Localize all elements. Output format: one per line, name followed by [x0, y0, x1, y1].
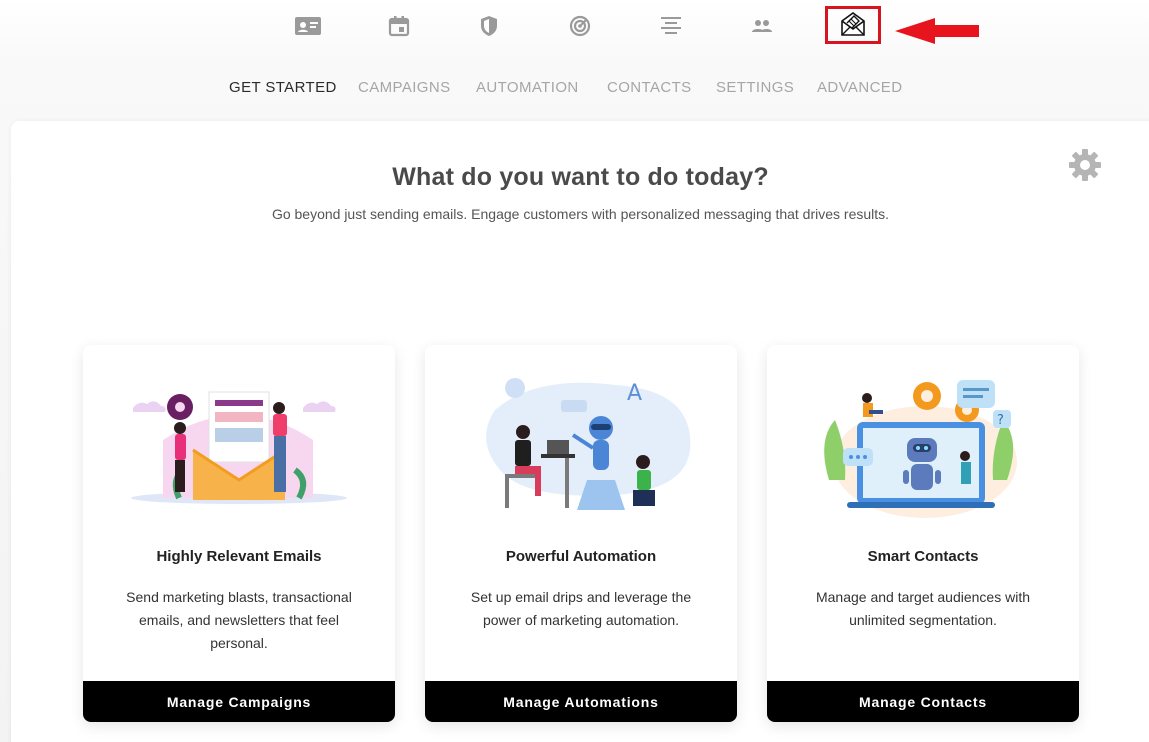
feature-title: Highly Relevant Emails [156, 548, 322, 565]
tab-advanced[interactable]: ADVANCED [817, 79, 902, 96]
tab-campaigns[interactable]: CAMPAIGNS [358, 79, 451, 96]
tab-get-started[interactable]: GET STARTED [229, 79, 337, 96]
pointer-arrow [895, 18, 979, 44]
contact-card-icon[interactable] [294, 12, 322, 40]
feature-description: Manage and target audiences with unlimit… [815, 589, 1031, 628]
tab-settings[interactable]: SETTINGS [716, 79, 794, 96]
people-icon[interactable] [748, 12, 776, 40]
feature-description: Send marketing blasts, transactional ema… [126, 589, 352, 651]
nav-tabs: GET STARTED CAMPAIGNS AUTOMATION CONTACT… [0, 79, 1149, 101]
feature-card-automation: A Powerful Automation Set up email drips… [425, 345, 737, 722]
svg-text:?: ? [997, 413, 1004, 428]
manage-automations-button[interactable]: Manage Automations [425, 681, 737, 722]
page-title: What do you want to do today? [392, 163, 769, 191]
svg-text:A: A [627, 381, 642, 406]
tab-contacts[interactable]: CONTACTS [607, 79, 692, 96]
emails-illustration [131, 391, 347, 504]
tab-automation[interactable]: AUTOMATION [476, 79, 579, 96]
page-subtitle: Go beyond just sending emails. Engage cu… [271, 206, 890, 222]
radar-icon[interactable] [566, 12, 594, 40]
feature-card-contacts: ? Smart Contacts Manage and target audie… [767, 345, 1079, 722]
shield-icon[interactable] [475, 12, 503, 40]
manage-contacts-button[interactable]: Manage Contacts [767, 681, 1079, 722]
top-icon-bar [0, 0, 1149, 60]
align-center-icon[interactable] [657, 12, 685, 40]
feature-description: Set up email drips and leverage the powe… [470, 589, 692, 628]
calendar-icon[interactable] [385, 12, 413, 40]
page: GET STARTED CAMPAIGNS AUTOMATION CONTACT… [0, 0, 1149, 742]
feature-title: Smart Contacts [867, 548, 979, 565]
contacts-illustration: ? [824, 380, 1017, 518]
automation-illustration: A [486, 378, 691, 510]
highlight-box [825, 6, 881, 44]
feature-title: Powerful Automation [505, 548, 657, 565]
manage-campaigns-button[interactable]: Manage Campaigns [83, 681, 395, 722]
feature-card-emails: Highly Relevant Emails Send marketing bl… [83, 345, 395, 722]
